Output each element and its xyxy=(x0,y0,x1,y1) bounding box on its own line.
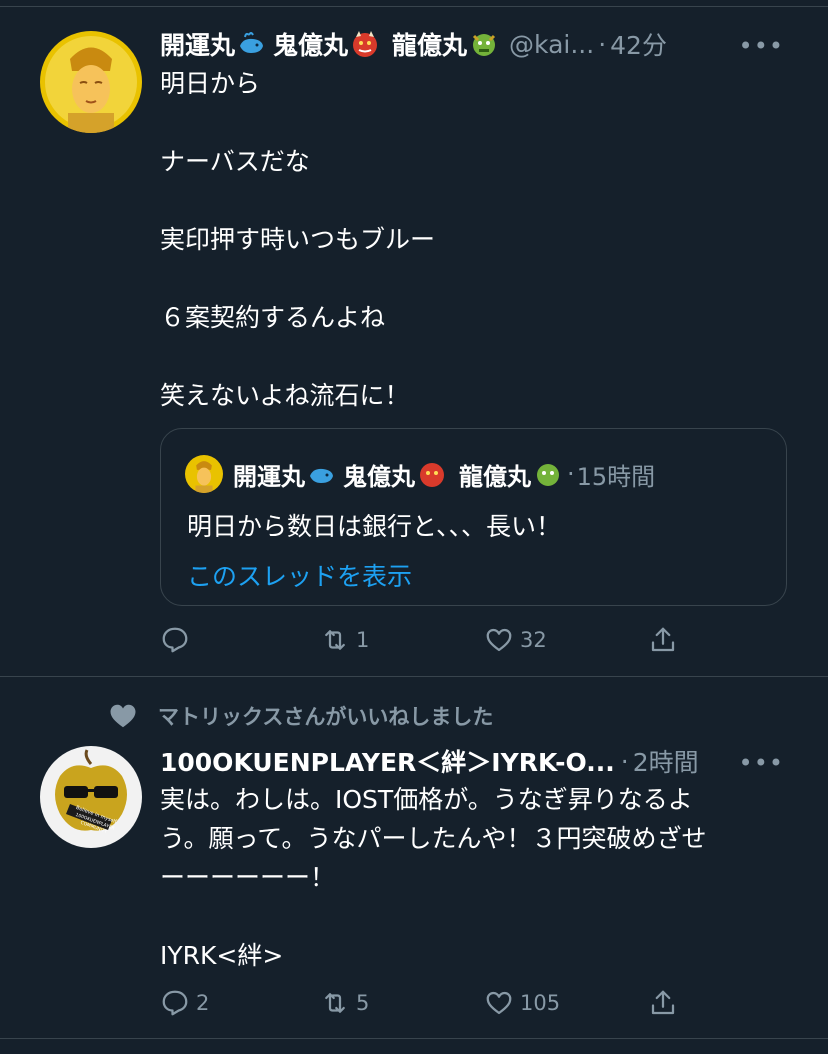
avatar[interactable] xyxy=(40,31,142,133)
quoted-tweet-header: 開運丸 鬼億丸 龍億丸 · 15時間 xyxy=(185,455,655,493)
tweet-line xyxy=(160,103,435,142)
social-context: マトリックスさんがいいねしました xyxy=(108,701,493,731)
heart-filled-icon xyxy=(110,704,136,728)
tweet-line: 明日から xyxy=(160,69,261,98)
like-count: 105 xyxy=(520,991,561,1015)
tweet-header: 100OKUENPLAYER＜絆＞IYRK-O... · 2時間 xyxy=(160,741,699,781)
tweet-line xyxy=(160,337,435,376)
apple-avatar-icon: Believe in myself 100OKUENPLAYER COMMUNI… xyxy=(40,746,142,848)
handle[interactable]: @kai... xyxy=(509,30,594,59)
tweet-actions: 1 32 xyxy=(160,620,720,660)
display-name-part2[interactable]: 鬼億丸 xyxy=(273,26,348,62)
quoted-tweet[interactable]: 開運丸 鬼億丸 龍億丸 · 15時間 明日から数日は銀行と、、、長い！ このスレ… xyxy=(160,428,787,606)
whale-emoji-icon xyxy=(310,468,333,483)
display-name-part2: 鬼億丸 xyxy=(343,462,415,491)
share-icon xyxy=(651,990,675,1015)
show-thread-link[interactable]: このスレッドを表示 xyxy=(187,557,412,593)
separator-dot: · xyxy=(567,460,575,488)
heart-icon xyxy=(486,628,512,652)
reply-icon xyxy=(162,627,188,653)
timestamp: 15時間 xyxy=(576,462,656,491)
dragon-emoji-icon xyxy=(472,34,496,56)
avatar xyxy=(185,455,223,493)
retweet-button[interactable]: 5 xyxy=(320,983,369,1023)
tweet-line: IYRK<絆> xyxy=(160,941,284,970)
tweet-line: う。願って。うなパーしたんや！３円突破めざせ xyxy=(160,824,707,853)
retweet-count: 5 xyxy=(356,991,370,1015)
tweet[interactable]: 開運丸 鬼億丸 龍億丸 @kai... · 42分 ••• 明日から ナーバスだ… xyxy=(0,7,828,676)
retweet-icon xyxy=(325,993,345,1013)
display-name[interactable]: 100OKUENPLAYER＜絆＞IYRK-O... xyxy=(160,743,615,779)
more-options-icon[interactable]: ••• xyxy=(739,749,784,777)
share-button[interactable] xyxy=(648,983,684,1023)
tweet-line: 実は。わしは。IOST価格が。うなぎ昇りなるよ xyxy=(160,785,693,814)
like-button[interactable]: 32 xyxy=(484,620,547,660)
tweet-line: 笑えないよね流石に！ xyxy=(160,381,410,410)
timestamp[interactable]: 42分 xyxy=(610,26,667,62)
display-name-part3[interactable]: 龍億丸 xyxy=(392,26,467,62)
buddha-avatar-icon xyxy=(40,31,142,133)
timestamp[interactable]: 2時間 xyxy=(633,743,699,779)
display-name-part3: 龍億丸 xyxy=(459,462,531,491)
separator-dot: · xyxy=(620,746,629,776)
tweet-header: 開運丸 鬼億丸 龍億丸 @kai... · 42分 xyxy=(160,24,667,64)
whale-emoji-icon xyxy=(240,32,264,53)
display-name: 開運丸 xyxy=(233,462,305,491)
tweet-text: 明日から ナーバスだな 実印押す時いつもブルー ６案契約するんよね 笑えないよね… xyxy=(160,64,435,415)
social-context-text[interactable]: マトリックスさんがいいねしました xyxy=(158,701,493,731)
reply-button[interactable] xyxy=(160,620,196,660)
tweet-line: 実印押す時いつもブルー xyxy=(160,225,436,254)
tweet-line: ーーーーーー！ xyxy=(160,863,336,892)
ogre-emoji-icon xyxy=(353,31,378,57)
ogre-emoji-icon xyxy=(420,463,444,487)
tweet-line xyxy=(160,259,435,298)
separator-dot: · xyxy=(598,29,607,59)
share-button[interactable] xyxy=(648,620,684,660)
reply-count: 2 xyxy=(196,991,210,1015)
avatar[interactable]: Believe in myself 100OKUENPLAYER COMMUNI… xyxy=(40,746,142,848)
buddha-avatar-icon xyxy=(185,455,223,493)
reply-icon xyxy=(162,990,188,1016)
tweet-line: ナーバスだな xyxy=(160,147,310,176)
reply-button[interactable]: 2 xyxy=(160,983,209,1023)
tweet-line xyxy=(160,897,707,936)
share-icon xyxy=(651,627,675,652)
tweet-divider xyxy=(0,1038,828,1039)
retweet-button[interactable]: 1 xyxy=(320,620,369,660)
heart-icon xyxy=(486,991,512,1015)
more-options-icon[interactable]: ••• xyxy=(739,32,784,60)
like-count: 32 xyxy=(520,628,547,652)
tweet[interactable]: マトリックスさんがいいねしました Believe in myself 100OK… xyxy=(0,677,828,1038)
tweet-actions: 2 5 105 xyxy=(160,983,720,1023)
tweet-line: ６案契約するんよね xyxy=(160,303,386,332)
tweet-line xyxy=(160,181,435,220)
display-name[interactable]: 開運丸 xyxy=(160,26,235,62)
retweet-icon xyxy=(325,630,345,650)
quoted-tweet-text: 明日から数日は銀行と、、、長い！ xyxy=(187,512,562,541)
tweet-text: 実は。わしは。IOST価格が。うなぎ昇りなるよ う。願って。うなパーしたんや！３… xyxy=(160,780,707,975)
dragon-emoji-icon xyxy=(537,464,559,486)
retweet-count: 1 xyxy=(356,628,370,652)
like-button[interactable]: 105 xyxy=(484,983,560,1023)
